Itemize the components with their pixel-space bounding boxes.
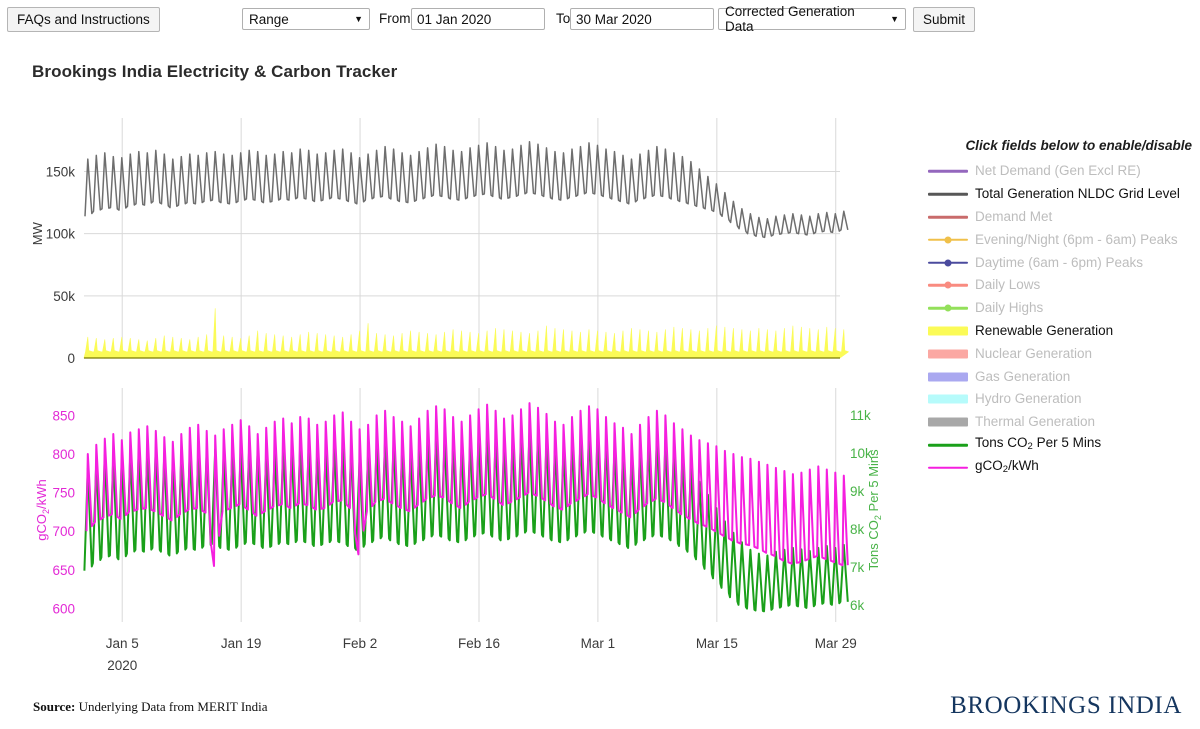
faqs-and-instructions-button[interactable]: FAQs and Instructions xyxy=(7,7,160,32)
legend-swatch xyxy=(928,434,968,456)
y-tick-label-right: 8k xyxy=(850,522,865,537)
x-tick-label: Jan 19 xyxy=(221,636,262,651)
source-note: Source: Underlying Data from MERIT India xyxy=(33,699,268,715)
legend-marker-dot xyxy=(944,236,952,244)
y-tick-label: 0 xyxy=(67,351,75,366)
from-label: From xyxy=(379,11,411,26)
x-tick-label: Mar 15 xyxy=(696,636,738,651)
to-date-input[interactable] xyxy=(570,8,714,30)
legend-item-label: Thermal Generation xyxy=(975,414,1096,430)
legend-item-label: Demand Met xyxy=(975,208,1053,224)
legend-item-net-demand-gen-excl-re[interactable]: Net Demand (Gen Excl RE) xyxy=(928,160,1200,183)
x-tick-year-label: 2020 xyxy=(107,658,137,670)
legend-item-label: Total Generation NLDC Grid Level xyxy=(975,186,1180,202)
y-tick-label-right: 9k xyxy=(850,484,865,499)
legend-marker-dot xyxy=(944,259,952,267)
x-tick-label: Mar 1 xyxy=(581,636,616,651)
brookings-india-logo: BROOKINGS INDIA xyxy=(950,692,1182,719)
legend-item-daily-highs[interactable]: Daily Highs xyxy=(928,297,1200,320)
legend-item-label: Gas Generation xyxy=(975,368,1071,384)
legend-item-label: Renewable Generation xyxy=(975,322,1114,338)
y-tick-label-right: 11k xyxy=(850,408,871,423)
submit-button[interactable]: Submit xyxy=(913,7,976,32)
legend-item-label: Evening/Night (6pm - 6am) Peaks xyxy=(975,231,1178,247)
legend-item-total-generation-nldc-grid-level[interactable]: Total Generation NLDC Grid Level xyxy=(928,183,1200,206)
legend-panel: Click fields below to enable/disable Net… xyxy=(928,138,1200,479)
electricity-and-carbon-charts: 0 50k 100k 150k MW 600 650 700 750 800 850 6k 7k 8k 9k… xyxy=(30,118,883,670)
legend-swatch xyxy=(928,388,968,410)
legend-swatch xyxy=(928,183,968,205)
y-axis-label-mw: MW xyxy=(30,221,45,245)
chevron-down-icon: ▼ xyxy=(890,14,899,24)
legend-item-label: Daytime (6am - 6pm) Peaks xyxy=(975,254,1144,270)
from-date-input[interactable] xyxy=(411,8,545,30)
legend-item-label: Daily Highs xyxy=(975,300,1044,316)
dataset-select[interactable]: Corrected Generation Data ▼ xyxy=(718,4,906,34)
legend-item-label: Daily Lows xyxy=(975,277,1041,293)
legend-item-nuclear-generation[interactable]: Nuclear Generation xyxy=(928,342,1200,365)
y-tick-label-left: 800 xyxy=(52,447,75,462)
y-tick-label-left: 650 xyxy=(52,563,75,578)
y-tick-label: 50k xyxy=(53,289,75,304)
legend-item-label: Net Demand (Gen Excl RE) xyxy=(975,163,1141,179)
y-tick-label-right: 6k xyxy=(850,598,865,613)
total-generation-line xyxy=(84,140,849,239)
legend-item-list: Net Demand (Gen Excl RE) Total Generation… xyxy=(928,160,1200,479)
legend-item-label: Hydro Generation xyxy=(975,391,1082,407)
source-text: Underlying Data from MERIT India xyxy=(75,699,268,714)
chevron-down-icon: ▼ xyxy=(354,14,363,24)
legend-swatch xyxy=(928,343,968,365)
legend-swatch xyxy=(928,297,968,319)
renewable-generation-area xyxy=(83,308,850,359)
legend-swatch xyxy=(928,160,968,182)
legend-item-demand-met[interactable]: Demand Met xyxy=(928,206,1200,229)
page-title: Brookings India Electricity & Carbon Tra… xyxy=(32,62,398,81)
y-tick-label: 150k xyxy=(46,165,76,180)
y-axis-label-gco2: gCO2/kWh xyxy=(34,479,51,540)
legend-item-label: gCO2/kWh xyxy=(975,457,1039,475)
legend-item-label: Tons CO2 Per 5 Mins xyxy=(975,434,1102,452)
legend-item-renewable-generation[interactable]: Renewable Generation xyxy=(928,320,1200,343)
legend-marker-dot xyxy=(944,304,952,312)
legend-item-tons-co2-per-5-mins[interactable]: Tons CO2 Per 5 Mins xyxy=(928,434,1200,457)
legend-item-thermal-generation[interactable]: Thermal Generation xyxy=(928,411,1200,434)
to-label: To xyxy=(556,11,571,26)
y-tick-label-left: 700 xyxy=(52,524,75,539)
source-label: Source: xyxy=(33,699,76,714)
x-tick-label: Jan 5 xyxy=(106,636,139,651)
legend-marker-dot xyxy=(944,281,952,289)
y-tick-label-left: 600 xyxy=(52,601,75,616)
legend-item-label: Nuclear Generation xyxy=(975,345,1093,361)
y-tick-label-left: 850 xyxy=(52,408,75,423)
range-select[interactable]: Range ▼ xyxy=(242,8,370,30)
legend-item-daily-lows[interactable]: Daily Lows xyxy=(928,274,1200,297)
range-select-value: Range xyxy=(249,11,289,27)
y-tick-label: 100k xyxy=(46,227,76,242)
y-axis-label-tons-co2: Tons CO2 Per 5 Mins xyxy=(866,449,883,571)
legend-swatch xyxy=(928,206,968,228)
legend-swatch xyxy=(928,252,968,274)
x-tick-label: Feb 16 xyxy=(458,636,500,651)
y-tick-label-left: 750 xyxy=(52,486,75,501)
legend-swatch xyxy=(928,229,968,251)
legend-swatch xyxy=(928,366,968,388)
y-tick-label-right: 7k xyxy=(850,560,865,575)
legend-title: Click fields below to enable/disable xyxy=(965,138,1192,153)
legend-item-gas-generation[interactable]: Gas Generation xyxy=(928,365,1200,388)
legend-swatch xyxy=(928,411,968,433)
legend-swatch xyxy=(928,457,968,479)
legend-item-daytime-6am-6pm-peaks[interactable]: Daytime (6am - 6pm) Peaks xyxy=(928,251,1200,274)
toolbar: FAQs and Instructions Range ▼ From To Co… xyxy=(0,0,1200,34)
legend-item-hydro-generation[interactable]: Hydro Generation xyxy=(928,388,1200,411)
x-tick-label: Mar 29 xyxy=(815,636,857,651)
dataset-select-value: Corrected Generation Data xyxy=(725,4,855,34)
legend-item-evening-night-6pm-6am-peaks[interactable]: Evening/Night (6pm - 6am) Peaks xyxy=(928,228,1200,251)
legend-swatch xyxy=(928,320,968,342)
x-tick-label: Feb 2 xyxy=(343,636,378,651)
legend-swatch xyxy=(928,274,968,296)
legend-item-gco2-kwh[interactable]: gCO2/kWh xyxy=(928,456,1200,479)
